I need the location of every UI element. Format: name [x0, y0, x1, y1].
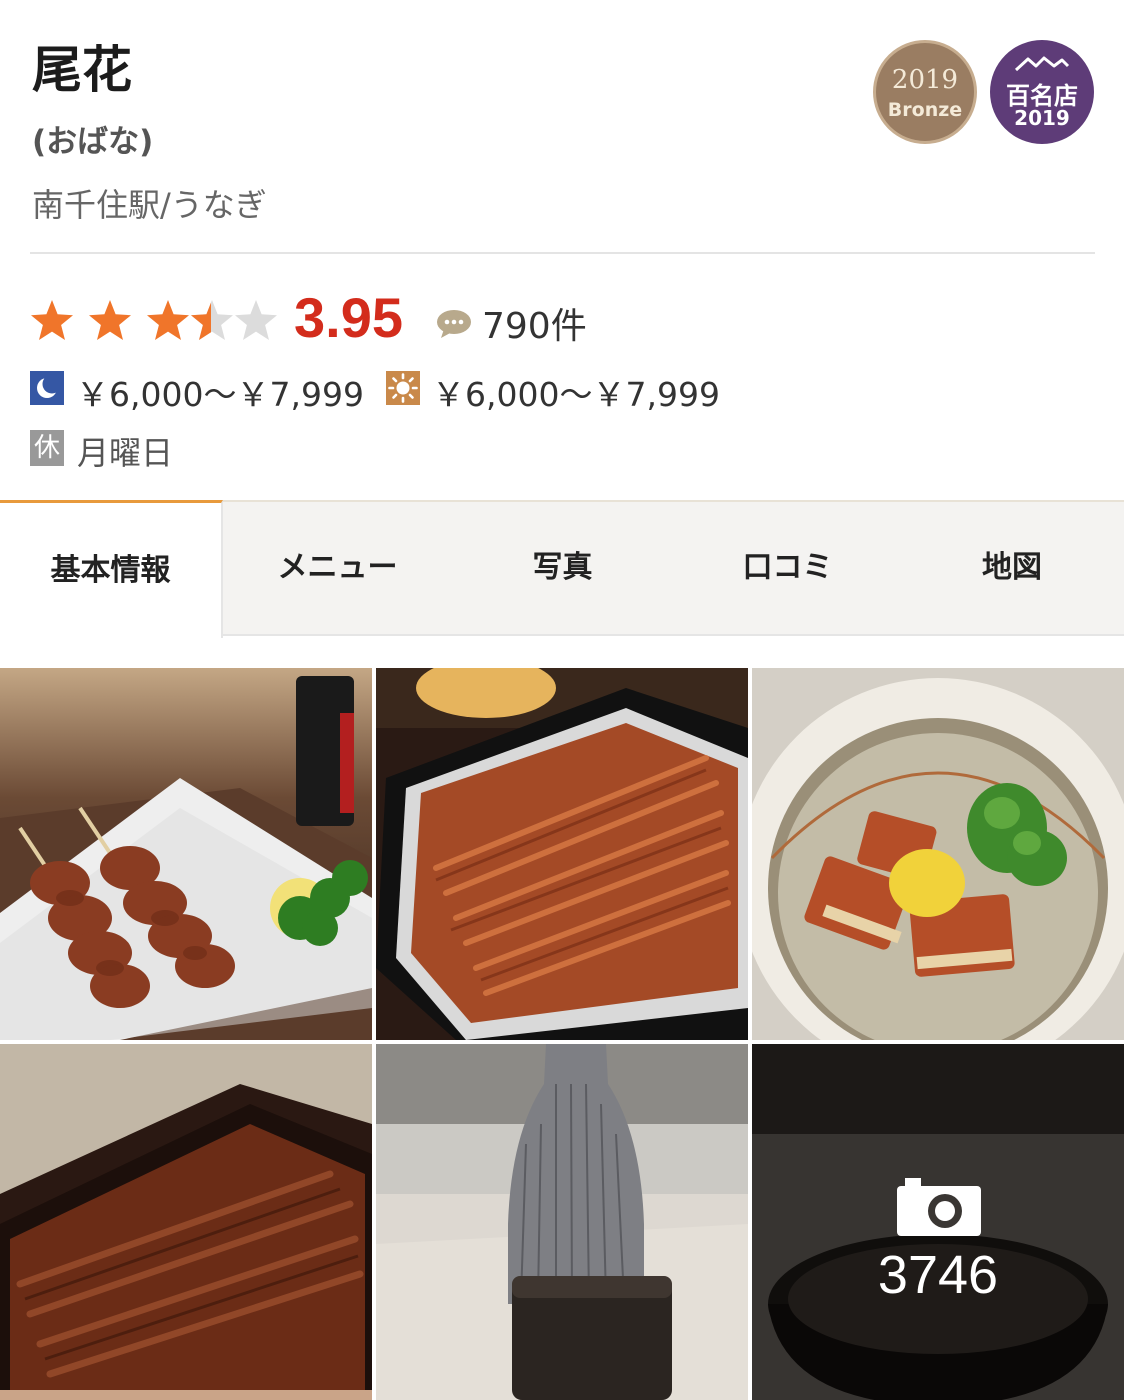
more-photos-overlay[interactable]: 3746 — [752, 1044, 1124, 1400]
speech-bubble-icon — [437, 310, 471, 338]
tab-map[interactable]: 地図 — [900, 500, 1124, 636]
restaurant-reading: (おばな) — [32, 124, 154, 160]
photo-count: 3746 — [877, 1245, 999, 1305]
lunch-budget: ￥6,000～￥7,999 — [432, 375, 720, 414]
station-genre[interactable]: 南千住駅/うなぎ — [32, 180, 267, 226]
holiday-badge: 休 — [30, 430, 64, 466]
sun-icon — [386, 371, 420, 405]
photo-grid: 3746 — [0, 668, 1124, 1400]
photo-unaju[interactable] — [376, 668, 748, 1040]
hyakumeiten-badge[interactable]: 百名店 2019 — [990, 40, 1094, 144]
restaurant-header: 尾花 (おばな) 南千住駅/うなぎ 2019 Bronze 百名店 2019 — [0, 0, 1124, 252]
camera-icon — [897, 1178, 981, 1236]
photo-sake-tokkuri[interactable] — [376, 1044, 748, 1400]
star-filled-icon — [31, 300, 73, 340]
bronze-badge-level: Bronze — [887, 99, 963, 121]
star-filled-icon — [89, 300, 131, 340]
tab-basic-info[interactable]: 基本情報 — [0, 500, 223, 638]
photo-unaju-box[interactable] — [0, 1044, 372, 1400]
dinner-budget: ￥6,000～￥7,999 — [76, 375, 364, 414]
photo-yakitori[interactable] — [0, 668, 372, 1040]
tab-menu[interactable]: メニュー — [225, 500, 450, 636]
restaurant-name: 尾花 — [32, 41, 132, 99]
star-half-icon — [191, 300, 233, 340]
star-filled-icon — [147, 300, 189, 340]
holiday-days: 月曜日 — [77, 434, 174, 472]
photo-more[interactable]: 3746 — [752, 1044, 1124, 1400]
tab-photos[interactable]: 写真 — [450, 500, 675, 636]
rating-row[interactable]: 3.95 790件 — [30, 285, 1030, 355]
star-empty-icon — [235, 300, 277, 340]
review-count[interactable]: 790件 — [482, 297, 587, 349]
moon-icon — [30, 371, 64, 405]
hyakumeiten-year: 2019 — [1014, 106, 1070, 130]
budget-row: ￥6,000～￥7,999 ￥6,000～￥7,999 — [30, 368, 1030, 414]
rating-stars — [31, 300, 277, 340]
mountain-icon — [1014, 56, 1070, 72]
bronze-badge-year: 2019 — [891, 65, 959, 95]
header-divider — [30, 252, 1095, 254]
bronze-award-badge[interactable]: 2019 Bronze — [873, 40, 977, 144]
tab-reviews[interactable]: 口コミ — [675, 500, 900, 636]
photo-umaki-bowl[interactable] — [752, 668, 1124, 1040]
section-tabs: 基本情報 メニュー 写真 口コミ 地図 — [0, 500, 1124, 638]
rating-score: 3.95 — [294, 286, 403, 349]
